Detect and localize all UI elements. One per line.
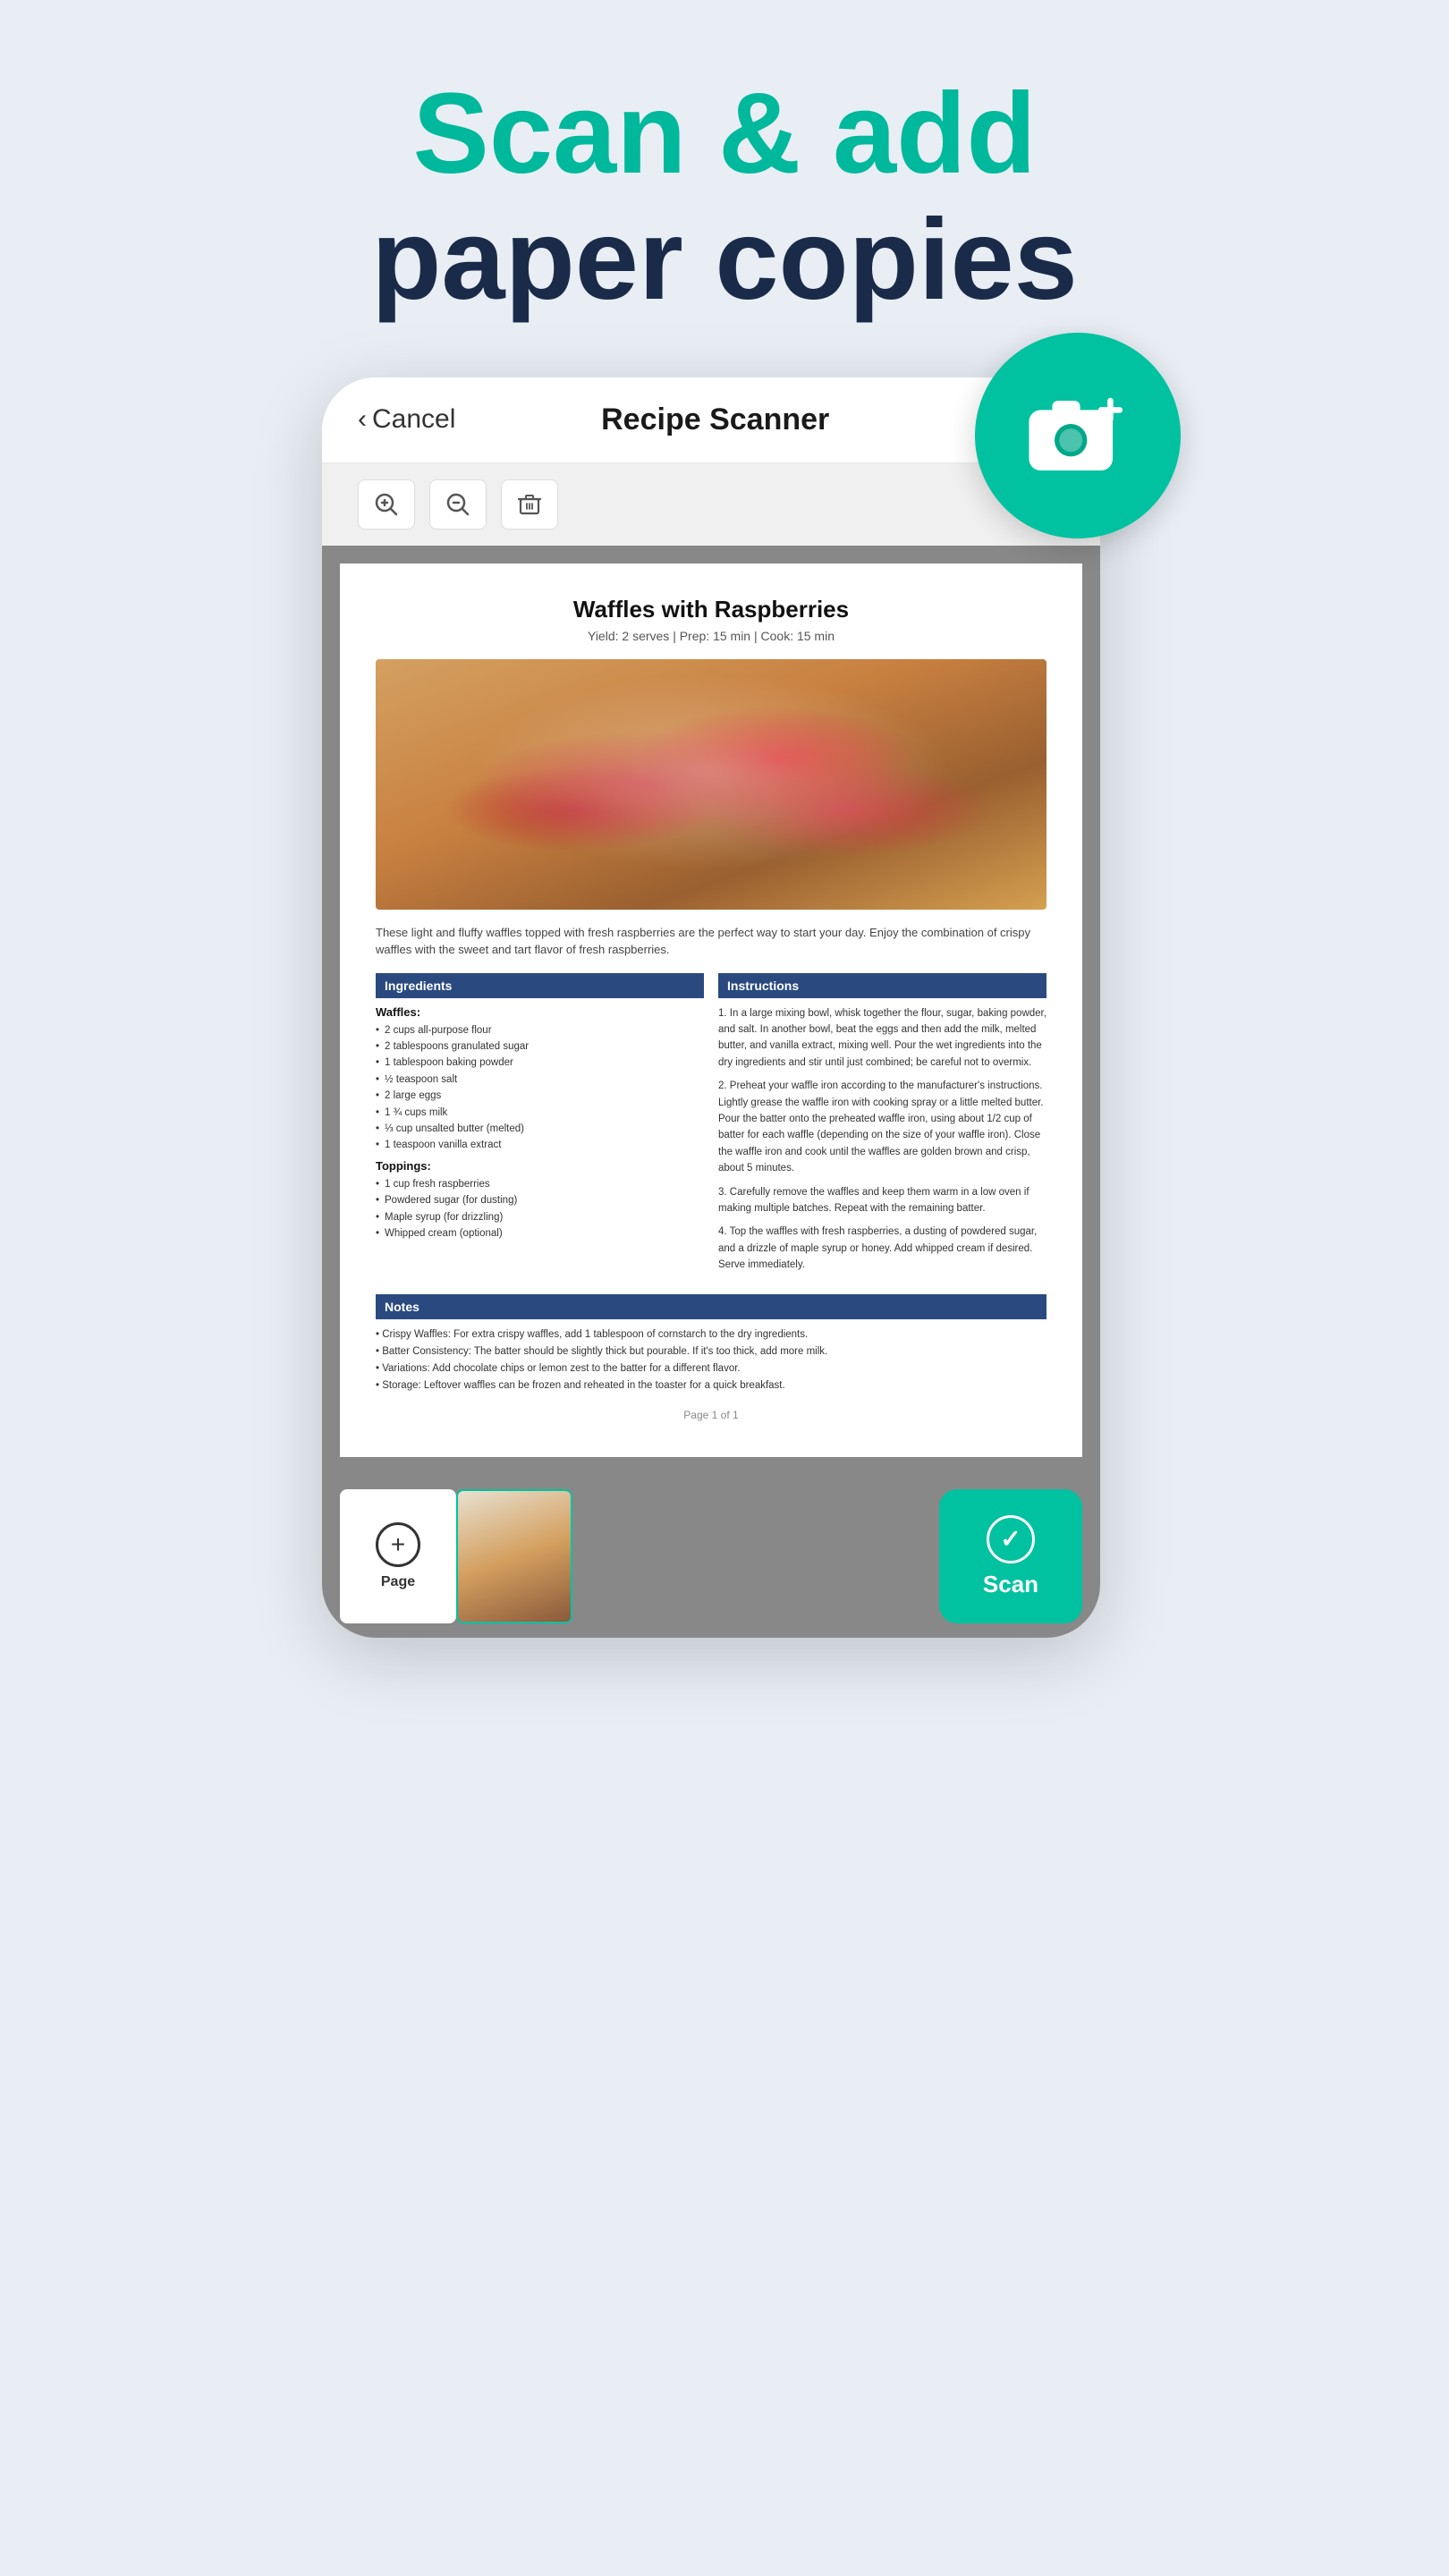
ingredients-toppings-list: 1 cup fresh raspberries Powdered sugar (…: [376, 1176, 704, 1242]
instructions-header: Instructions: [718, 973, 1046, 998]
hero-title: Scan & add paper copies: [371, 72, 1078, 324]
ingredient-item: ⅓ cup unsalted butter (melted): [376, 1121, 704, 1137]
ingredients-column: Ingredients Waffles: 2 cups all-purpose …: [376, 973, 704, 1281]
ingredient-item: ½ teaspoon salt: [376, 1072, 704, 1088]
page-thumbnail[interactable]: [456, 1489, 572, 1623]
plus-circle-icon: +: [376, 1522, 420, 1567]
recipe-columns: Ingredients Waffles: 2 cups all-purpose …: [376, 973, 1046, 1281]
toppings-section-title: Toppings:: [376, 1159, 704, 1173]
recipe-meta: Yield: 2 serves | Prep: 15 min | Cook: 1…: [376, 629, 1046, 643]
chevron-left-icon: ‹: [358, 404, 367, 435]
scan-check-icon: ✓: [987, 1515, 1035, 1563]
camera-icon: [1020, 377, 1136, 494]
ingredient-item: 2 tablespoons granulated sugar: [376, 1038, 704, 1055]
topping-item: Maple syrup (for drizzling): [376, 1209, 704, 1225]
ingredients-header: Ingredients: [376, 973, 704, 998]
notes-header: Notes: [376, 1294, 1046, 1319]
zoom-in-button[interactable]: [358, 479, 415, 530]
ingredient-item: 1 ¾ cups milk: [376, 1105, 704, 1121]
instructions-text: 1. In a large mixing bowl, whisk togethe…: [718, 1005, 1046, 1274]
ingredients-waffles-list: 2 cups all-purpose flour 2 tablespoons g…: [376, 1022, 704, 1154]
thumbnail-bar: + Page ✓ Scan: [322, 1475, 1100, 1638]
page-indicator: Page 1 of 1: [376, 1409, 1046, 1421]
zoom-out-button[interactable]: [429, 479, 487, 530]
scan-label: Scan: [983, 1571, 1038, 1598]
cancel-button[interactable]: ‹ Cancel: [358, 404, 455, 435]
phone-frame: ‹ Cancel Recipe Scanner: [322, 377, 1100, 1639]
recipe-description: These light and fluffy waffles topped wi…: [376, 924, 1046, 959]
thumbnail-image: [458, 1491, 571, 1622]
add-page-button[interactable]: + Page: [340, 1489, 456, 1623]
document-content: Waffles with Raspberries Yield: 2 serves…: [322, 546, 1100, 1476]
topping-item: 1 cup fresh raspberries: [376, 1176, 704, 1192]
nav-title: Recipe Scanner: [455, 402, 975, 437]
camera-badge: [975, 333, 1181, 538]
topping-item: Powdered sugar (for dusting): [376, 1192, 704, 1208]
waffles-section-title: Waffles:: [376, 1005, 704, 1019]
ingredient-item: 2 cups all-purpose flour: [376, 1022, 704, 1038]
food-image-inner: [376, 659, 1046, 910]
ingredient-item: 2 large eggs: [376, 1088, 704, 1104]
document-page: Waffles with Raspberries Yield: 2 serves…: [340, 564, 1082, 1458]
add-page-label: Page: [381, 1574, 415, 1590]
scan-button[interactable]: ✓ Scan: [939, 1489, 1082, 1623]
instructions-column: Instructions 1. In a large mixing bowl, …: [718, 973, 1046, 1281]
cancel-label: Cancel: [372, 404, 455, 435]
hero-line2: paper copies: [371, 198, 1078, 324]
notes-text: • Crispy Waffles: For extra crispy waffl…: [376, 1326, 1046, 1394]
delete-button[interactable]: [501, 479, 558, 530]
phone-wrapper: ‹ Cancel Recipe Scanner: [322, 377, 1127, 1639]
recipe-title: Waffles with Raspberries: [376, 596, 1046, 623]
food-image: [376, 659, 1046, 910]
ingredient-item: 1 tablespoon baking powder: [376, 1055, 704, 1071]
topping-item: Whipped cream (optional): [376, 1225, 704, 1241]
ingredient-item: 1 teaspoon vanilla extract: [376, 1137, 704, 1153]
hero-line1: Scan & add: [371, 72, 1078, 198]
